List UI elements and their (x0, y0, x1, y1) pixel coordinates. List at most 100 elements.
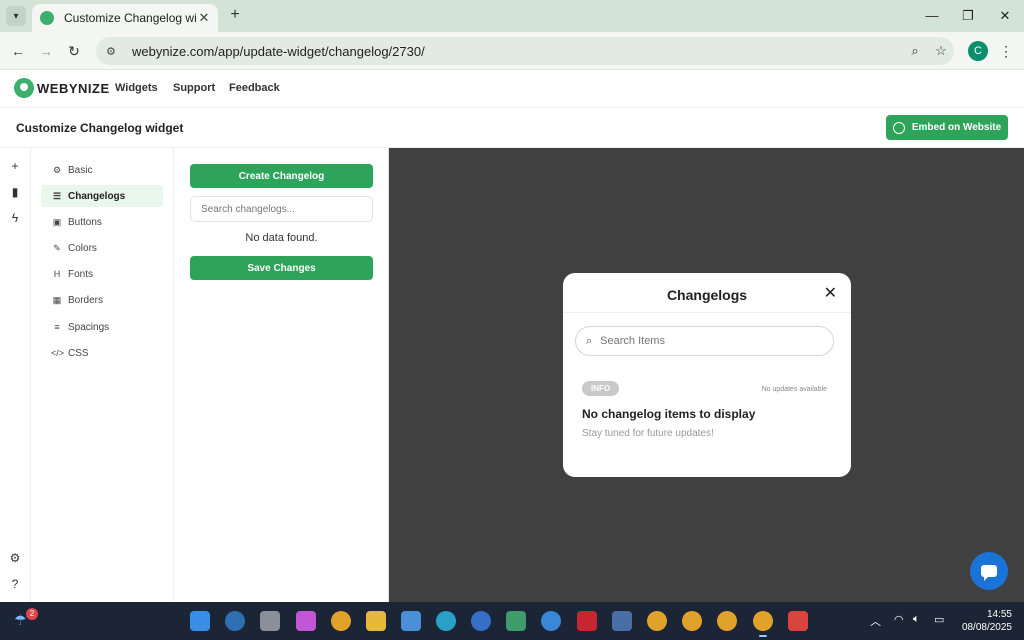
chat-launcher-button[interactable] (970, 552, 1008, 590)
search-changelogs-input[interactable] (190, 196, 373, 222)
sidebar-item-fonts[interactable]: H Fonts (41, 263, 163, 285)
search-items-field[interactable]: ⌕ (575, 326, 834, 356)
new-tab-button[interactable]: + (226, 6, 244, 24)
modal-header: Changelogs ✕ (563, 273, 851, 313)
sidebar-item-basic[interactable]: ⚙ Basic (41, 159, 163, 181)
sidebar-item-changelogs[interactable]: ☰ Changelogs (41, 185, 163, 207)
sidebar-item-spacings[interactable]: ≡ Spacings (41, 316, 163, 338)
edge-icon[interactable] (436, 611, 456, 631)
address-bar[interactable]: ⚙ webynize.com/app/update-widget/changel… (96, 37, 954, 65)
chrome-active-icon[interactable] (753, 611, 773, 637)
browser-tabbar: ▾ Customize Changelog widget ✕ + — ❐ ✕ (0, 0, 1024, 32)
empty-subtitle: Stay tuned for future updates! (582, 428, 714, 439)
code-icon: </> (51, 348, 65, 358)
search-icon: ⌕ (586, 334, 593, 347)
mcafee-icon[interactable] (577, 611, 597, 631)
restore-window-button[interactable]: ❐ (958, 6, 978, 26)
file-explorer-icon[interactable] (366, 611, 386, 631)
sidebar-item-label: Colors (68, 242, 97, 254)
battery-icon[interactable]: ▭ (934, 613, 944, 626)
add-icon[interactable]: + (6, 157, 24, 175)
analytics-icon[interactable]: ▮ (6, 183, 24, 201)
tab-title: Customize Changelog widget (64, 11, 196, 25)
site-settings-icon[interactable]: ⚙ (106, 45, 124, 58)
wifi-icon[interactable]: ◠ (894, 613, 904, 626)
nav-support[interactable]: Support (173, 82, 215, 94)
browser-menu-icon[interactable]: ⋮ (996, 41, 1016, 61)
gear-icon: ⚙ (52, 164, 62, 175)
heading-icon: H (53, 269, 61, 279)
close-window-button[interactable]: ✕ (995, 6, 1015, 26)
left-icon-rail: + ▮ ϟ ⚙ ? (0, 148, 31, 602)
store-icon[interactable] (401, 611, 421, 631)
forward-arrow-icon[interactable]: → (36, 41, 56, 61)
chrome-profile-4-icon[interactable] (717, 611, 737, 631)
network-app-icon[interactable] (506, 611, 526, 631)
close-tab-icon[interactable]: ✕ (196, 10, 212, 26)
system-clock[interactable]: 14:55 08/08/2025 (960, 608, 1012, 634)
buttons-icon: ▣ (52, 216, 62, 227)
settings-icon[interactable]: ⚙ (6, 549, 24, 567)
back-arrow-icon[interactable]: ← (8, 41, 28, 61)
webynize-logo[interactable]: WEBYNIZE (14, 78, 110, 98)
help-icon[interactable]: ? (6, 575, 24, 593)
volume-icon[interactable]: 🔈︎ (913, 613, 920, 626)
empty-title: No changelog items to display (582, 407, 756, 421)
chat-bubble-icon (981, 565, 997, 581)
nav-feedback[interactable]: Feedback (229, 82, 280, 94)
sidebar-item-label: Basic (68, 164, 93, 176)
search-items-input[interactable] (600, 335, 833, 347)
profile-avatar[interactable]: C (968, 41, 988, 61)
tab-search-button[interactable]: ▾ (6, 6, 26, 26)
lightning-icon[interactable]: ϟ (6, 209, 24, 227)
edge-beta-icon[interactable] (471, 611, 491, 631)
sidebar-item-label: Spacings (68, 321, 110, 333)
windows-taskbar: ☂ 2 ︿ ◠ 🔈︎ ▭ 14:55 08/08/2025 (0, 602, 1024, 640)
page-title: Customize Changelog widget (16, 121, 184, 135)
settings-sidebar: ⚙ Basic ☰ Changelogs ▣ Buttons ✎ Colors … (31, 148, 174, 602)
modal-title: Changelogs (666, 287, 748, 303)
chrome-profile-3-icon[interactable] (682, 611, 702, 631)
app-update-icon[interactable] (541, 611, 561, 631)
create-changelog-button[interactable]: Create Changelog (190, 164, 373, 188)
webynize-favicon-icon (40, 11, 54, 25)
tray-overflow-icon[interactable]: ︿ (870, 613, 881, 629)
sidebar-item-borders[interactable]: ▦ Borders (41, 289, 163, 311)
logo-mark-icon (14, 78, 34, 98)
page-header: Customize Changelog widget Embed on Webs… (0, 108, 1024, 148)
minimize-window-button[interactable]: — (922, 6, 942, 26)
sidebar-item-colors[interactable]: ✎ Colors (41, 237, 163, 259)
bookmark-star-icon[interactable]: ☆ (928, 43, 954, 59)
globe-icon (892, 121, 905, 134)
snipping-tool-icon[interactable] (788, 611, 808, 631)
reload-icon[interactable]: ↻ (64, 41, 84, 61)
search-taskbar-icon[interactable] (225, 611, 245, 631)
browser-toolbar: ← → ↻ ⚙ webynize.com/app/update-widget/c… (0, 32, 1024, 70)
zoom-icon[interactable]: ⌕ (902, 43, 928, 59)
sidebar-item-buttons[interactable]: ▣ Buttons (41, 211, 163, 233)
chrome-profile-2-icon[interactable] (647, 611, 667, 631)
chrome-icon[interactable] (331, 611, 351, 631)
browser-tab-active[interactable]: Customize Changelog widget ✕ (32, 4, 218, 32)
copilot-icon[interactable] (296, 611, 316, 631)
sliders-icon: ≡ (54, 322, 60, 332)
logo-text: WEBYNIZE (37, 80, 110, 96)
sidebar-item-label: Buttons (68, 216, 102, 228)
start-menu-icon[interactable] (190, 611, 210, 631)
nav-widgets[interactable]: Widgets (115, 82, 158, 94)
embed-button-label: Embed on Website (911, 122, 1002, 133)
weather-badge: 2 (26, 608, 38, 620)
embed-on-website-button[interactable]: Embed on Website (886, 115, 1008, 140)
list-icon: ☰ (52, 190, 62, 201)
close-icon[interactable]: ✕ (824, 283, 837, 303)
sidebar-item-label: CSS (68, 347, 89, 359)
address-url[interactable]: webynize.com/app/update-widget/changelog… (132, 44, 902, 59)
changelog-widget-modal: Changelogs ✕ ⌕ INFO No updates available… (563, 273, 851, 477)
no-updates-text: No updates available (761, 386, 827, 393)
save-changes-button[interactable]: Save Changes (190, 256, 373, 280)
sidebar-item-label: Fonts (68, 268, 94, 280)
remote-desktop-icon[interactable] (612, 611, 632, 631)
task-view-icon[interactable] (260, 611, 280, 631)
sidebar-item-css[interactable]: </> CSS (41, 342, 163, 364)
table-icon: ▦ (52, 294, 62, 305)
